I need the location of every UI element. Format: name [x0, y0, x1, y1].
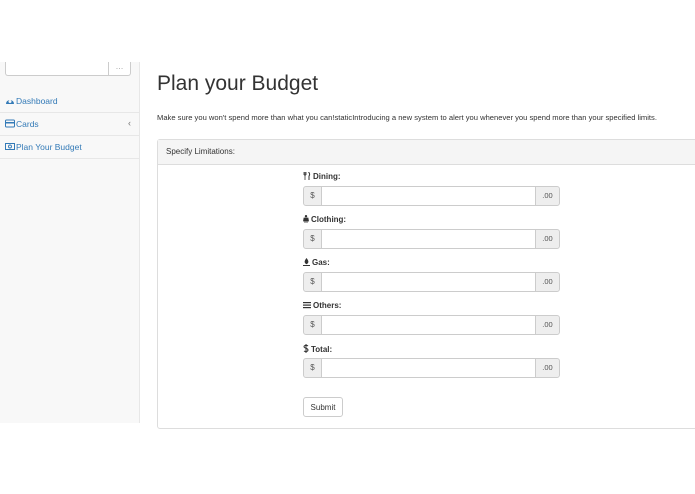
sidebar-item-dashboard[interactable]: Dashboard [0, 90, 139, 113]
dollar-icon [303, 344, 309, 353]
cents-suffix: .00 [535, 272, 560, 292]
sidebar-item-label: Plan Your Budget [16, 142, 82, 152]
chevron-left-icon[interactable]: ‹ [128, 118, 131, 128]
clothing-label: Clothing: [303, 215, 346, 224]
sidebar: … Dashboard Cards ‹ Plan Your Budget [0, 62, 140, 423]
panel-heading-text: Specify Limitations: [166, 147, 235, 156]
ellipsis-icon[interactable]: … [108, 62, 130, 75]
list-icon [303, 302, 311, 309]
others-input-group: $ .00 [303, 315, 560, 335]
currency-prefix: $ [303, 315, 322, 335]
cents-suffix: .00 [535, 315, 560, 335]
submit-button[interactable]: Submit [303, 397, 343, 417]
others-label: Others: [303, 301, 341, 310]
sidebar-item-label: Dashboard [16, 96, 58, 106]
credit-card-icon [5, 119, 15, 128]
cents-suffix: .00 [535, 186, 560, 206]
clothing-input-group: $ .00 [303, 229, 560, 249]
gas-label: Gas: [303, 258, 330, 267]
currency-prefix: $ [303, 358, 322, 378]
others-amount-input[interactable] [321, 315, 536, 335]
gas-amount-input[interactable] [321, 272, 536, 292]
total-input-group: $ .00 [303, 358, 560, 378]
currency-prefix: $ [303, 229, 322, 249]
dashboard-icon [6, 100, 14, 104]
cents-suffix: .00 [535, 229, 560, 249]
money-icon [5, 143, 15, 150]
person-icon [303, 215, 309, 223]
cutlery-icon [303, 171, 311, 180]
dining-label: Dining: [303, 171, 341, 181]
panel-heading: Specify Limitations: [158, 140, 695, 165]
sidebar-item-cards[interactable]: Cards ‹ [0, 113, 139, 136]
gas-icon [303, 258, 310, 266]
sidebar-item-plan-your-budget[interactable]: Plan Your Budget [0, 136, 139, 159]
gas-input-group: $ .00 [303, 272, 560, 292]
page-description: Make sure you won't spend more than what… [157, 113, 657, 122]
sidebar-item-label: Cards [16, 119, 39, 129]
dining-amount-input[interactable] [321, 186, 536, 206]
page-title: Plan your Budget [157, 72, 319, 95]
sidebar-search-input[interactable]: … [5, 62, 131, 76]
total-amount-input[interactable] [321, 358, 536, 378]
clothing-amount-input[interactable] [321, 229, 536, 249]
dining-input-group: $ .00 [303, 186, 560, 206]
cents-suffix: .00 [535, 358, 560, 378]
currency-prefix: $ [303, 272, 322, 292]
currency-prefix: $ [303, 186, 322, 206]
total-label: Total: [303, 344, 332, 354]
